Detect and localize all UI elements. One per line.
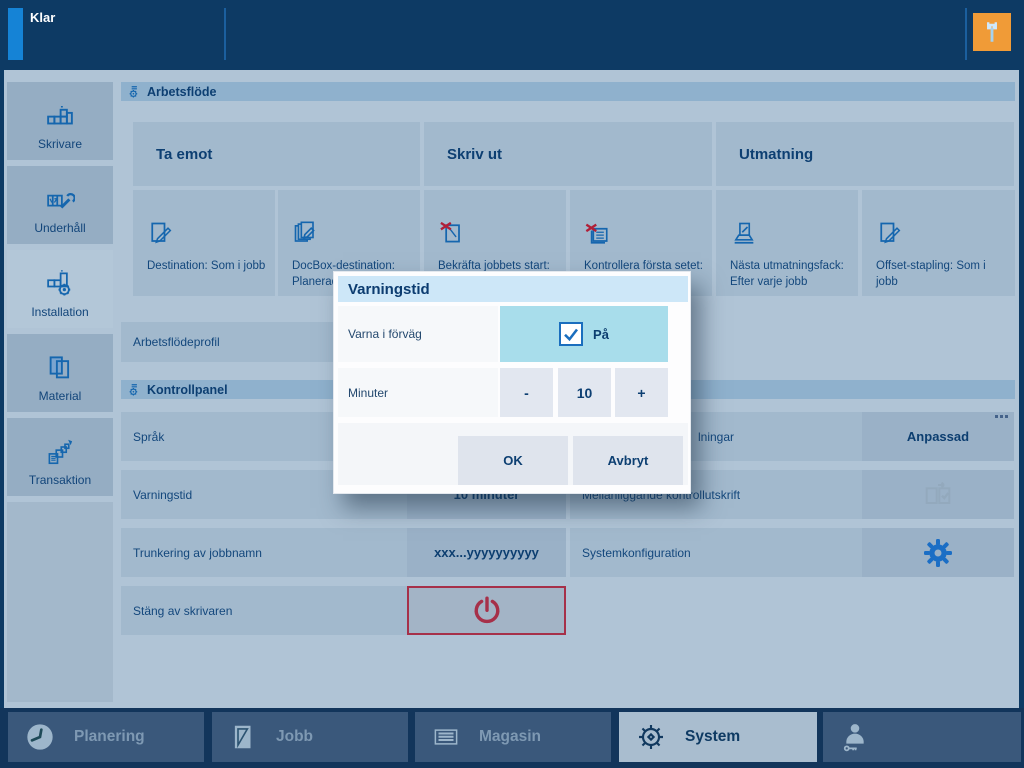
group-header-ta-emot: Ta emot bbox=[133, 122, 420, 186]
tab-user-login[interactable] bbox=[823, 712, 1021, 762]
sidebar-item-skrivare[interactable]: Skrivare bbox=[7, 82, 113, 160]
system-config-button[interactable] bbox=[862, 528, 1014, 577]
proof-print-icon bbox=[922, 479, 954, 511]
workflow-icon bbox=[127, 85, 141, 99]
ok-button[interactable]: OK bbox=[458, 436, 568, 485]
row-label: Trunkering av jobbnamn bbox=[133, 528, 262, 577]
controlpanel-icon bbox=[127, 383, 141, 397]
row-label: Arbetsflödeprofil bbox=[133, 322, 220, 362]
row-systemkonfiguration[interactable]: Systemkonfiguration bbox=[570, 528, 1014, 577]
system-gear-icon bbox=[635, 721, 667, 753]
row-value: xxx...yyyyyyyyyy bbox=[434, 545, 539, 560]
row-stang-av-skrivaren[interactable]: Stäng av skrivaren bbox=[121, 586, 566, 635]
section-title: Arbetsflöde bbox=[147, 85, 216, 99]
tab-label: Planering bbox=[74, 728, 145, 746]
section-title: Kontrollpanel bbox=[147, 383, 228, 397]
row-label: Systemkonfiguration bbox=[582, 528, 691, 577]
gear-icon bbox=[922, 537, 954, 569]
cancel-button[interactable]: Avbryt bbox=[573, 436, 683, 485]
bottom-nav-bar: Planering Jobb Magasin bbox=[0, 708, 1024, 768]
tab-label: Jobb bbox=[276, 728, 313, 746]
sidebar-item-label: Material bbox=[39, 389, 82, 403]
warn-toggle-cell[interactable]: På bbox=[500, 306, 668, 362]
warn-state-label: På bbox=[593, 327, 609, 342]
tray-stack-icon bbox=[431, 722, 461, 752]
job-document-icon bbox=[228, 722, 258, 752]
varningstid-dialog: Varningstid Varna i förväg På Minuter - … bbox=[333, 271, 691, 494]
transaction-documents-icon bbox=[45, 437, 75, 467]
row-value-cell[interactable]: Anpassad bbox=[862, 412, 1014, 461]
power-icon bbox=[470, 594, 504, 628]
edit-document-icon bbox=[147, 220, 175, 248]
media-sheets-icon bbox=[45, 353, 75, 383]
tab-planering[interactable]: Planering bbox=[8, 712, 204, 762]
edit-documents-icon bbox=[292, 220, 320, 248]
row-label: Varningstid bbox=[133, 470, 192, 519]
group-header-utmatning: Utmatning bbox=[716, 122, 1014, 186]
tab-label: System bbox=[685, 728, 740, 746]
tab-jobb[interactable]: Jobb bbox=[212, 712, 408, 762]
tile-offset-stapling[interactable]: Offset-stapling: Som i jobb bbox=[862, 190, 1015, 296]
tile-destination[interactable]: Destination: Som i jobb bbox=[133, 190, 275, 296]
service-tools-button[interactable] bbox=[973, 13, 1011, 51]
edit-document-icon bbox=[876, 220, 904, 248]
row-label: Språk bbox=[133, 412, 164, 461]
sidebar-item-underhall[interactable]: Underhåll bbox=[7, 166, 113, 244]
dialog-warn-label: Varna i förväg bbox=[338, 306, 498, 362]
row-value: Anpassad bbox=[907, 429, 969, 444]
tile-caption: Offset-stapling: Som i jobb bbox=[876, 258, 1007, 290]
printer-status-text: Klar bbox=[30, 10, 55, 25]
tab-system[interactable]: System bbox=[619, 712, 817, 762]
group-header-skriv-ut: Skriv ut bbox=[424, 122, 712, 186]
top-status-bar: Klar bbox=[0, 0, 1024, 68]
sidebar-item-label: Transaktion bbox=[29, 473, 91, 487]
workflow-section-header: Arbetsflöde bbox=[121, 82, 1015, 101]
status-accent-bar bbox=[8, 8, 23, 60]
sidebar-item-installation[interactable]: Installation bbox=[7, 250, 113, 328]
row-trunkering-av-jobbnamn[interactable]: Trunkering av jobbnamn xxx...yyyyyyyyyy bbox=[121, 528, 566, 577]
sidebar-item-transaktion[interactable]: Transaktion bbox=[7, 418, 113, 496]
installation-blocks-gear-icon bbox=[45, 269, 75, 299]
maintenance-counter-wrench-icon bbox=[45, 185, 75, 215]
sidebar-item-label: Underhåll bbox=[34, 221, 85, 235]
minutes-value: 10 bbox=[558, 368, 611, 417]
tile-nasta-utmatningsfack[interactable]: Nästa utmatningsfack: Efter varje jobb bbox=[716, 190, 858, 296]
tile-caption: Nästa utmatningsfack: Efter varje jobb bbox=[730, 258, 850, 290]
wrench-icon bbox=[979, 19, 1005, 45]
clock-icon bbox=[24, 721, 56, 753]
dialog-minutes-label: Minuter bbox=[338, 368, 498, 417]
cancel-set-icon bbox=[584, 220, 612, 248]
output-tray-icon bbox=[730, 220, 758, 248]
cancel-document-icon bbox=[438, 220, 466, 248]
dialog-title: Varningstid bbox=[338, 276, 688, 302]
sidebar-item-material[interactable]: Material bbox=[7, 334, 113, 412]
power-off-button[interactable] bbox=[407, 586, 566, 635]
row-value-cell[interactable]: xxx...yyyyyyyyyy bbox=[407, 528, 566, 577]
topbar-divider bbox=[965, 8, 967, 60]
sidebar-item-label: Installation bbox=[31, 305, 88, 319]
row-label: Stäng av skrivaren bbox=[133, 586, 232, 635]
tab-label: Magasin bbox=[479, 728, 541, 746]
sidebar-item-label: Skrivare bbox=[38, 137, 82, 151]
printer-icon bbox=[45, 101, 75, 131]
minutes-decrement-button[interactable]: - bbox=[500, 368, 553, 417]
minutes-increment-button[interactable]: + bbox=[615, 368, 668, 417]
row-label: lningar bbox=[698, 412, 734, 461]
topbar-divider bbox=[224, 8, 226, 60]
user-key-icon bbox=[839, 721, 871, 753]
more-options-icon[interactable] bbox=[995, 415, 1008, 418]
tile-caption: Destination: Som i jobb bbox=[147, 258, 267, 274]
checkbox-checked[interactable] bbox=[559, 322, 583, 346]
sidebar-empty-area bbox=[7, 502, 113, 702]
row-value-cell bbox=[862, 470, 1014, 519]
tab-magasin[interactable]: Magasin bbox=[415, 712, 611, 762]
